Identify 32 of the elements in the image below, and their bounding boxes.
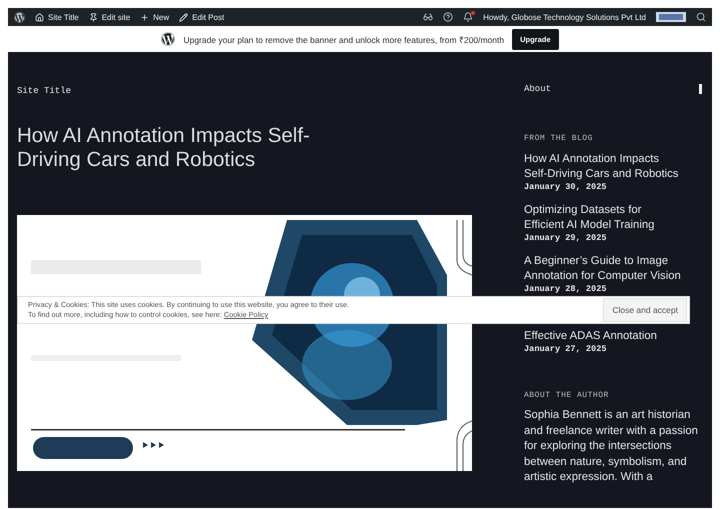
account-greeting[interactable]: Howdy, Globose Technology Solutions Pvt Ltd [483,12,646,22]
post-date: January 27, 2025 [524,344,608,355]
post-link[interactable]: Optimizing Datasets for Efficient AI Model Training [524,203,684,233]
post-date: January 28, 2025 [524,284,608,295]
wordpress-logo-icon[interactable] [14,12,25,22]
post-link[interactable]: A Beginner’s Guide to Image Annotation for Computer Vision [524,254,684,284]
post-date: January 30, 2025 [524,182,608,193]
admin-bar-link[interactable]: New [140,12,170,22]
glasses-icon[interactable] [423,12,434,22]
pin-icon [88,12,98,22]
pencil-icon [179,12,188,22]
wordpress-logo-icon [161,32,176,46]
help-icon[interactable] [443,12,454,22]
admin-bar-link[interactable]: Edit Post [179,12,224,22]
plus-icon [140,12,150,22]
nav-link[interactable]: About [524,84,552,94]
post-date: January 29, 2025 [524,233,608,244]
avatar-logo-icon[interactable] [656,12,686,22]
post-title: How AI Annotation Impacts Self-Driving Cars and Robotics [17,124,311,173]
site-title[interactable]: Site Title [17,86,72,96]
admin-bar-link[interactable]: Site Title [35,12,79,22]
close-and-accept-button[interactable]: Close and accept [603,298,687,322]
post-link[interactable]: Effective ADAS Annotation [524,329,684,344]
home-icon [35,12,44,22]
bell-icon[interactable] [463,12,474,22]
author-bio: Sophia Bennett is an art historian and freelance writer with a passion for exploring the intersections between nature, symbolism, and artistic expression. With a [524,408,699,485]
section-heading: FROM THE BLOG [524,134,594,143]
admin-bar-link[interactable]: Edit site [88,12,130,22]
search-icon[interactable] [696,12,706,22]
section-heading: ABOUT THE AUTHOR [524,391,610,400]
upgrade-message: Upgrade your plan to remove the banner and unlock more features, from ₹200/month [183,34,504,44]
post-link[interactable]: How AI Annotation Impacts Self-Driving Cars and Robotics [524,152,684,182]
